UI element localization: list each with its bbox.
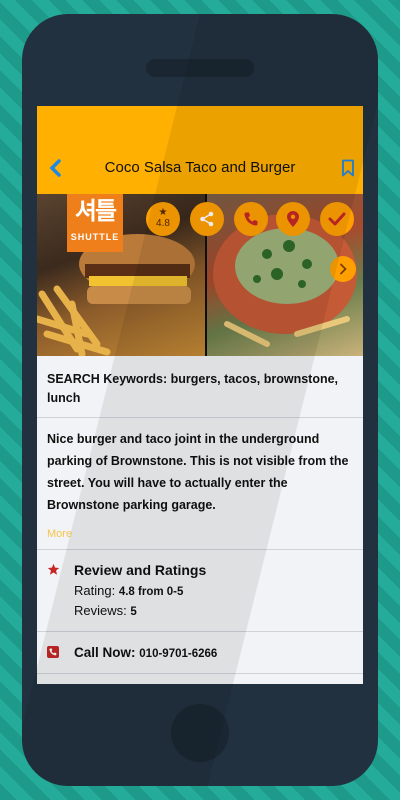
- app-bar: Coco Salsa Taco and Burger: [37, 106, 363, 194]
- rating-badge-value: 4.8: [156, 218, 170, 229]
- share-icon: [200, 211, 214, 227]
- bookmark-button[interactable]: [338, 157, 358, 179]
- rating-value: 4.8 from 0-5: [118, 586, 184, 598]
- more-link[interactable]: More: [47, 528, 353, 540]
- description-section: Nice burger and taco joint in the underg…: [37, 418, 363, 550]
- call-now-label: Call Now:: [74, 645, 136, 660]
- check-in-button[interactable]: [320, 202, 354, 236]
- bookmark-icon: [342, 159, 354, 177]
- detail-content: SEARCH Keywords: burgers, tacos, brownst…: [37, 356, 363, 684]
- share-button[interactable]: [190, 202, 224, 236]
- page-title: Coco Salsa Taco and Burger: [104, 159, 296, 176]
- phone-icon: [244, 212, 258, 226]
- reviews-label: Reviews:: [74, 603, 127, 618]
- reviews-count: 5: [130, 606, 137, 618]
- rating-line: Rating: 4.8 from 0-5: [74, 583, 183, 598]
- star-icon: ★: [158, 207, 168, 218]
- check-icon: [328, 212, 346, 226]
- phone-icon: [47, 646, 59, 658]
- rating-badge: ★ 4.8: [146, 202, 180, 236]
- reviews-count-line: Reviews: 5: [74, 603, 137, 618]
- logo-word: SHUTTLE: [70, 232, 120, 242]
- home-button[interactable]: [171, 704, 229, 762]
- phone-frame: Coco Salsa Taco and Burger 셔틀 SHUTTLE ★ …: [22, 14, 378, 786]
- keywords-section: SEARCH Keywords: burgers, tacos, brownst…: [37, 356, 363, 418]
- reviews-section[interactable]: Review and Ratings Rating: 4.8 from 0-5 …: [37, 550, 363, 632]
- photo-gallery[interactable]: 셔틀 SHUTTLE ★ 4.8: [37, 194, 363, 356]
- description-text: Nice burger and taco joint in the underg…: [47, 432, 349, 512]
- phone-speaker: [146, 59, 254, 77]
- chevron-left-icon: [49, 159, 61, 177]
- call-number: 010-9701-6266: [139, 648, 218, 660]
- star-icon: [47, 563, 60, 575]
- location-button[interactable]: [276, 202, 310, 236]
- map-pin-icon: [287, 211, 299, 227]
- chevron-right-icon: [340, 263, 347, 275]
- rating-label: Rating:: [74, 583, 116, 598]
- app-screen: Coco Salsa Taco and Burger 셔틀 SHUTTLE ★ …: [37, 106, 363, 684]
- call-now-row[interactable]: Call Now: 010-9701-6266: [37, 632, 363, 674]
- keywords-text: SEARCH Keywords: burgers, tacos, brownst…: [47, 372, 339, 405]
- shuttle-logo: 셔틀 SHUTTLE: [67, 194, 123, 252]
- call-now-text: Call Now: 010-9701-6266: [74, 645, 217, 660]
- call-button[interactable]: [234, 202, 268, 236]
- reviews-heading: Review and Ratings: [74, 562, 207, 578]
- logo-mark: 셔틀: [74, 198, 117, 225]
- next-photo-button[interactable]: [330, 256, 356, 282]
- back-button[interactable]: [45, 157, 65, 179]
